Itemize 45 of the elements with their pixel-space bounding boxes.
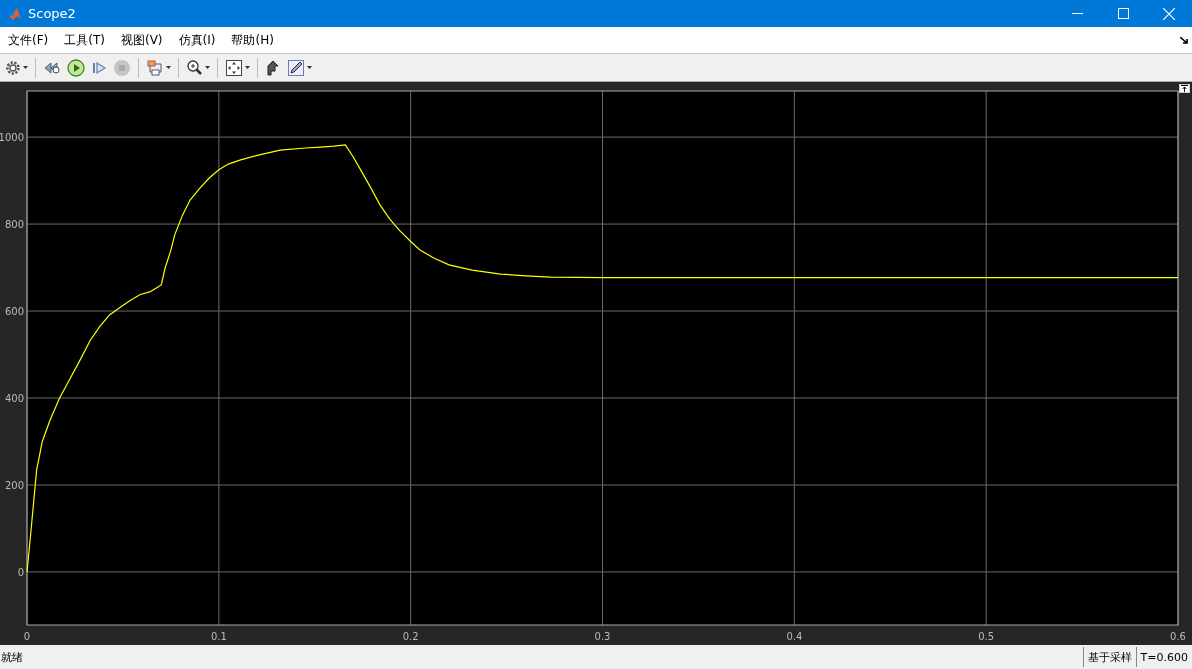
sampling-mode: 基于采样 (1082, 647, 1136, 667)
minimize-icon (1071, 13, 1083, 14)
x-tick-label: 0.5 (978, 631, 995, 642)
caret-icon (205, 66, 210, 69)
maximize-icon (1117, 8, 1129, 19)
play-icon (67, 58, 85, 77)
caret-icon (166, 66, 171, 69)
menu-item[interactable]: 视图(V) (112, 31, 171, 49)
menu-item[interactable]: 工具(T) (56, 31, 113, 49)
gear-icon (5, 59, 21, 76)
play-tool-button[interactable] (65, 56, 87, 79)
x-tick-label: 0.6 (1170, 631, 1186, 642)
rewind-icon (43, 59, 61, 76)
arrow-icon (265, 59, 281, 76)
y-tick-label: 1000 (0, 132, 24, 144)
pen-icon (287, 58, 305, 77)
x-tick-label: 0.4 (786, 631, 803, 642)
x-tick-label: 0.3 (594, 631, 611, 642)
caret-icon (23, 66, 28, 69)
caret-icon (245, 66, 250, 69)
y-tick-label: 200 (4, 480, 24, 491)
window-title: Scope2 (28, 6, 77, 21)
blocks-icon (146, 58, 164, 77)
y-tick-label: 400 (4, 393, 24, 404)
simulation-time: T=0.600 (1135, 647, 1192, 667)
step-forward-icon (91, 59, 107, 76)
y-tick-label: 800 (4, 219, 24, 231)
menu-item[interactable]: 帮助(H) (223, 31, 282, 49)
undock-button[interactable] (1179, 84, 1190, 93)
zoom-in-icon (186, 59, 203, 76)
menu-item[interactable]: 仿真(I) (170, 31, 224, 49)
y-tick-label: 0 (17, 566, 24, 578)
status-message: 就绪 (0, 649, 24, 665)
caret-icon (307, 66, 312, 69)
menu-item[interactable]: 文件(F) (0, 31, 57, 49)
app-logo-icon (8, 6, 22, 21)
undock-arrow-icon[interactable] (1180, 36, 1188, 44)
x-tick-label: 0.1 (210, 631, 227, 642)
stop-icon (113, 58, 131, 77)
fit-to-view-icon (225, 58, 243, 77)
y-tick-label: 600 (4, 306, 24, 318)
close-icon (1163, 7, 1175, 20)
x-tick-label: 0.2 (402, 631, 419, 642)
undock-icon (1181, 85, 1188, 92)
x-tick-label: 0 (23, 631, 31, 642)
